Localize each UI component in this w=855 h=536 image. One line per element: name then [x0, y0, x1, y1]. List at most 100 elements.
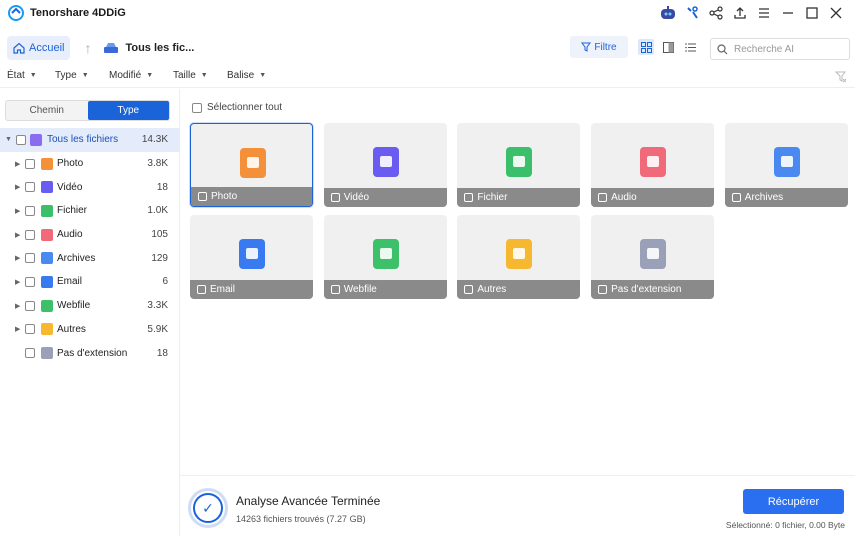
tree-item[interactable]: ▶ Vidéo 18 — [0, 175, 180, 199]
category-tile[interactable]: Autres — [457, 215, 581, 299]
filter-taille-dropdown[interactable]: Taille ▼ — [173, 70, 208, 81]
up-arrow-icon[interactable]: ↑ — [84, 40, 91, 56]
sidebar-tab-switch: Chemin Type — [5, 100, 170, 121]
tab-chemin[interactable]: Chemin — [6, 101, 88, 120]
tile-label: Audio — [611, 192, 637, 203]
select-all[interactable]: Sélectionner tout — [192, 102, 282, 113]
minimize-icon[interactable] — [779, 4, 797, 22]
expand-right-icon[interactable]: ▶ — [15, 183, 20, 191]
tree-item[interactable]: ▶ Email 6 — [0, 270, 180, 294]
tree-item-checkbox[interactable] — [25, 229, 35, 240]
tree-item-checkbox[interactable] — [25, 253, 35, 264]
recover-button[interactable]: Récupérer — [743, 489, 844, 514]
category-tile[interactable]: Email — [190, 215, 313, 299]
title-bar: Tenorshare 4DDiG — [0, 0, 855, 26]
tree-item[interactable]: ▶ Webfile 3.3K — [0, 294, 180, 318]
tree-item[interactable]: ▶ Autres 5.9K — [0, 318, 180, 342]
tile-checkbox[interactable] — [598, 285, 608, 294]
grid-view-icon[interactable] — [638, 39, 654, 55]
tree-item-label: Fichier — [57, 205, 88, 217]
filter-modifie-dropdown[interactable]: Modifié ▼ — [109, 70, 153, 81]
tile-label: Vidéo — [343, 192, 370, 203]
category-icon — [41, 275, 53, 288]
category-tile[interactable]: Pas d'extension — [591, 215, 715, 299]
tree-item-checkbox[interactable] — [16, 134, 26, 145]
tree-item[interactable]: Pas d'extension 18 — [0, 341, 180, 365]
category-icon — [30, 133, 42, 146]
filter-type-label: Type — [55, 70, 77, 81]
menu-icon[interactable] — [755, 4, 773, 22]
home-button[interactable]: Accueil — [7, 36, 71, 60]
scan-complete-badge: ✓ — [188, 488, 228, 528]
tile-label-bar: Email — [190, 280, 313, 299]
tree-item-checkbox[interactable] — [25, 300, 35, 311]
scan-status-title: Analyse Avancée Terminée — [236, 494, 381, 508]
tile-checkbox[interactable] — [197, 285, 206, 294]
tile-checkbox[interactable] — [731, 193, 741, 202]
tile-checkbox[interactable] — [330, 285, 340, 294]
search-box[interactable] — [710, 38, 850, 60]
expand-right-icon[interactable]: ▶ — [15, 325, 20, 333]
tree-item-checkbox[interactable] — [25, 182, 35, 193]
clear-filter-icon[interactable] — [835, 71, 847, 83]
maximize-icon[interactable] — [803, 4, 821, 22]
chevron-down-icon: ▼ — [81, 72, 89, 79]
category-icon — [41, 228, 53, 241]
expand-right-icon[interactable]: ▶ — [15, 207, 20, 215]
tab-type[interactable]: Type — [87, 101, 169, 120]
drive-icon — [104, 43, 119, 53]
category-tile[interactable]: Audio — [591, 123, 715, 207]
category-tile[interactable]: Photo — [190, 123, 313, 207]
tile-label: Photo — [211, 191, 238, 202]
tree-item-checkbox[interactable] — [25, 158, 35, 169]
expand-right-icon[interactable]: ▶ — [15, 231, 20, 239]
expand-down-icon[interactable]: ▼ — [5, 136, 12, 143]
breadcrumb[interactable]: Tous les fic... — [125, 42, 194, 54]
upload-icon[interactable] — [731, 4, 749, 22]
tree-item-all-files[interactable]: ▼ Tous les fichiers 14.3K — [0, 128, 180, 152]
tree-item[interactable]: ▶ Photo 3.8K — [0, 152, 180, 176]
category-tile[interactable]: Archives — [724, 123, 848, 207]
ai-assistant-icon[interactable] — [659, 4, 677, 22]
category-icon — [41, 252, 53, 265]
tree-item-checkbox[interactable] — [25, 348, 35, 359]
tree-item[interactable]: ▶ Fichier 1.0K — [0, 199, 180, 223]
filter-taille-label: Taille — [173, 70, 196, 81]
app-logo-icon — [8, 5, 24, 21]
list-view-icon[interactable] — [682, 39, 698, 55]
wrench-icon[interactable] — [683, 4, 701, 22]
tree-item[interactable]: ▶ Archives 129 — [0, 246, 180, 270]
chevron-down-icon: ▼ — [146, 72, 154, 79]
filter-icon — [581, 42, 592, 52]
tile-checkbox[interactable] — [464, 285, 474, 294]
share-icon[interactable] — [707, 4, 725, 22]
tile-checkbox[interactable] — [464, 193, 474, 202]
search-input[interactable] — [734, 43, 839, 55]
tree-item-checkbox[interactable] — [25, 205, 35, 216]
filter-etat-dropdown[interactable]: État ▼ — [7, 70, 37, 81]
filter-button[interactable]: Filtre — [570, 36, 628, 58]
expand-right-icon[interactable]: ▶ — [15, 160, 20, 168]
tile-checkbox[interactable] — [598, 193, 608, 202]
select-all-checkbox[interactable] — [192, 102, 202, 113]
status-footer: ✓ Analyse Avancée Terminée 14263 fichier… — [180, 475, 855, 536]
tree-item-checkbox[interactable] — [25, 276, 35, 287]
filter-label: Filtre — [594, 41, 617, 53]
category-icon — [506, 239, 533, 269]
expand-right-icon[interactable]: ▶ — [15, 254, 20, 262]
category-icon — [41, 299, 53, 312]
category-tile[interactable]: Fichier — [457, 123, 581, 207]
preview-view-icon[interactable] — [660, 39, 676, 55]
category-tile[interactable]: Vidéo — [323, 123, 447, 207]
tile-checkbox[interactable] — [330, 193, 340, 202]
tree-item-checkbox[interactable] — [25, 324, 35, 335]
expand-right-icon[interactable]: ▶ — [15, 278, 20, 286]
filter-balise-dropdown[interactable]: Balise ▼ — [227, 70, 266, 81]
tree-item[interactable]: ▶ Audio 105 — [0, 223, 180, 247]
tile-checkbox[interactable] — [198, 192, 207, 201]
category-tile[interactable]: Webfile — [323, 215, 447, 299]
filter-type-dropdown[interactable]: Type ▼ — [55, 70, 89, 81]
close-icon[interactable] — [827, 4, 845, 22]
tile-label: Webfile — [343, 284, 377, 295]
expand-right-icon[interactable]: ▶ — [15, 302, 20, 310]
